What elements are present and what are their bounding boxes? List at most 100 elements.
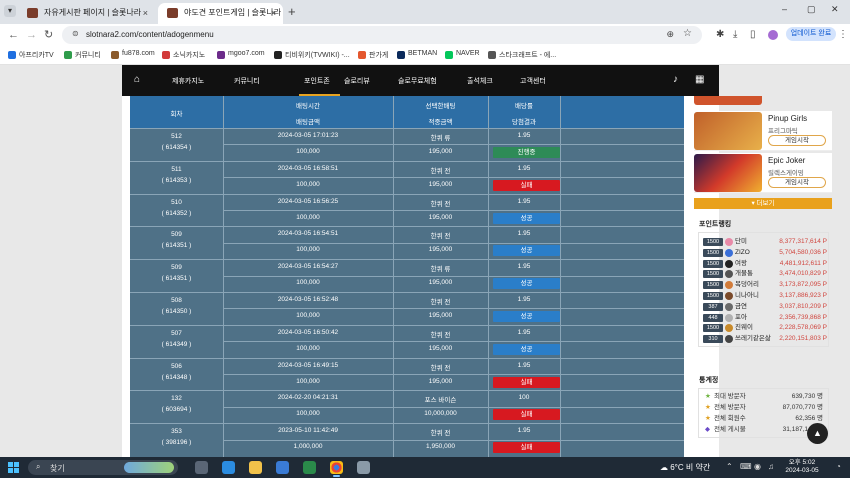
reload-icon[interactable]: ↻ (44, 28, 53, 42)
row-dividend: 1.95 (517, 230, 531, 238)
volume-icon[interactable]: ♫ (768, 462, 774, 471)
ranking-row[interactable]: 1500 단미 8,377,317,614 P (703, 237, 827, 247)
row-divider (130, 259, 684, 261)
tab-point-game[interactable]: 야도견 포인트게임 | 슬롯나라 × (158, 3, 283, 24)
nav-item[interactable]: 제휴카지노 (172, 76, 204, 86)
star-icon: ★ (705, 393, 711, 400)
stat-label: 전체 방문자 (714, 404, 746, 411)
weather-widget[interactable]: ☁ 6°C 비 약간 (660, 462, 710, 473)
forward-icon[interactable]: → (26, 28, 37, 42)
bookmark-item[interactable]: 스타크래프트 - 에... (488, 50, 556, 60)
nav-item[interactable]: 고객센터 (520, 76, 546, 86)
row-divider (130, 324, 684, 326)
zoom-icon[interactable]: ⊕ (666, 29, 674, 40)
system-clock[interactable]: 오후 5:02 2024-03-05 (782, 459, 822, 475)
ranking-row[interactable]: 387 금연 3,037,810,209 P (703, 302, 827, 312)
game-thumbnail[interactable] (694, 112, 762, 150)
nav-item[interactable]: 출석체크 (467, 76, 493, 86)
nav-item[interactable]: 포인트존 (304, 76, 330, 86)
bookmark-item[interactable]: mgoo7.com (217, 50, 265, 59)
tab-search-icon[interactable]: ▾ (4, 5, 16, 17)
stats-title: 통계정 (699, 377, 719, 384)
bookmark-item[interactable]: fu878.com (111, 50, 155, 59)
extensions-icon[interactable]: ✱ (716, 29, 724, 40)
edge-icon[interactable] (222, 461, 235, 474)
more-games-button[interactable]: ▾ 더보기 (694, 198, 832, 209)
bookmark-item[interactable]: NAVER (445, 50, 480, 59)
tray-overflow-icon[interactable]: ⌃ (726, 462, 733, 471)
nav-item[interactable]: 슬로리뷰 (344, 76, 370, 86)
back-icon[interactable]: ← (8, 28, 19, 42)
user-points: 5,704,580,036 P (779, 248, 827, 256)
row-dividend: 1.95 (517, 263, 531, 271)
minimize-button[interactable]: – (782, 4, 787, 14)
ranking-row[interactable]: 1500 복덩어리 3,173,872,095 P (703, 280, 827, 290)
bookmark-item[interactable]: 티비위키(TVWIKI) -... (274, 50, 350, 60)
tab-close-icon[interactable]: × (143, 3, 148, 23)
network-icon[interactable]: ◉ (754, 462, 761, 471)
address-bar[interactable]: ⊜ slotnara2.com/content/adogenmenu ⊕ ☆ (62, 26, 702, 44)
bookmark-star-icon[interactable]: ☆ (683, 28, 692, 39)
ranking-row[interactable]: 1500 개물통 3,474,010,829 P (703, 269, 827, 279)
tab-close-icon[interactable]: × (271, 3, 276, 23)
notification-bell-icon[interactable]: ♪ (673, 74, 678, 85)
result-badge: 실패 (493, 376, 560, 388)
task-view-icon[interactable] (195, 461, 208, 474)
bookmark-item[interactable]: 아프리카TV (8, 50, 54, 60)
excel-icon[interactable] (303, 461, 316, 474)
menu-icon[interactable]: ⋮ (838, 29, 848, 40)
update-button[interactable]: 업데이트 완료 (786, 27, 836, 41)
file-explorer-icon[interactable] (249, 461, 262, 474)
game-thumbnail[interactable] (694, 96, 762, 105)
row-divider (223, 177, 684, 179)
tab-free-board[interactable]: 자유게시판 페이지 | 슬롯나라 × (18, 3, 155, 24)
downloads-icon[interactable]: ⤓ (733, 29, 737, 40)
keyboard-icon[interactable]: ⌨ (740, 462, 752, 471)
level-badge: 387 (703, 302, 723, 311)
game-start-button[interactable]: 게임시작 (768, 135, 826, 146)
bookmark-favicon-icon (358, 51, 366, 59)
new-tab-button[interactable]: + (288, 3, 296, 21)
row-divider (130, 193, 684, 195)
ranking-row[interactable]: 1500 ZIZO 5,704,580,036 P (703, 248, 827, 258)
close-window-button[interactable]: ✕ (831, 4, 839, 15)
grid-menu-icon[interactable]: ▦ (695, 74, 704, 85)
site-info-icon[interactable]: ⊜ (72, 29, 79, 38)
bookmark-item[interactable]: BETMAN (397, 50, 437, 59)
game-start-button[interactable]: 게임시작 (768, 177, 826, 188)
result-badge: 실패 (493, 442, 560, 454)
row-hit-amount: 195,000 (428, 180, 453, 188)
point-ranking-list: 1500 단미 8,377,317,614 P 1500 ZIZO 5,704,580,0… (698, 232, 829, 347)
ranking-row[interactable]: 1500 진웨이 2,228,578,069 P (703, 323, 827, 333)
ranking-row[interactable]: 310 쓰레기같은삶 2,220,151,803 P (703, 334, 827, 344)
user-name: 진웨이 (735, 324, 753, 332)
nav-item[interactable]: 슬로무료체험 (398, 76, 437, 86)
stat-label: 전체 게시물 (714, 426, 746, 433)
scroll-to-top-button[interactable]: ▲ (807, 423, 828, 444)
nav-item[interactable]: 커뮤니티 (234, 76, 260, 86)
user-points: 8,377,317,614 P (779, 238, 827, 245)
ranking-row[interactable]: 448 포아 2,356,739,868 P (703, 313, 827, 323)
chrome-icon[interactable] (330, 461, 343, 477)
side-panel-icon[interactable]: ▯ (750, 29, 756, 40)
app-icon[interactable] (357, 461, 370, 474)
notification-icon[interactable]: ◔ (836, 462, 841, 471)
windows-start-icon[interactable] (8, 462, 19, 473)
row-hit-amount: 195,000 (428, 312, 453, 319)
ranking-row[interactable]: 1500 여왕 4,481,912,611 P (703, 259, 827, 269)
game-thumbnail[interactable] (694, 154, 762, 192)
diamond-icon: ◆ (705, 426, 710, 433)
level-badge: 1500 (703, 292, 723, 300)
bookmark-item[interactable]: 소닉카지노 (162, 50, 205, 60)
store-icon[interactable] (276, 461, 289, 474)
ranking-row[interactable]: 1500 니나아니 3,137,886,923 P (703, 291, 827, 301)
bookmark-item[interactable]: 커뮤니티 (64, 50, 101, 60)
bookmark-favicon-icon (217, 51, 225, 59)
bookmark-item[interactable]: 판가게 (358, 50, 388, 60)
taskbar-search-box[interactable]: ⌕ 찾기 (28, 460, 178, 475)
sidebar: Pinup Girls 프리그마틱 게임시작 Epic Joker 릴렉스게이밍… (694, 96, 832, 457)
home-icon[interactable]: ⌂ (134, 74, 140, 85)
search-highlight-image (124, 462, 174, 473)
maximize-button[interactable]: ▢ (807, 4, 816, 15)
profile-avatar[interactable] (768, 30, 778, 40)
